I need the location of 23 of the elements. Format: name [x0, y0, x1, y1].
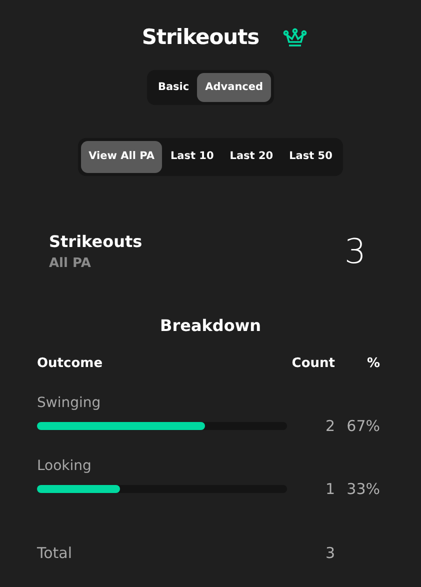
tab-button[interactable]: Basic [150, 72, 198, 102]
section-title: Breakdown [160, 316, 261, 334]
tab-button[interactable]: Last 20 [222, 141, 282, 173]
column-header: Count [292, 354, 335, 372]
outcome-label: Looking [37, 457, 92, 476]
summary-subtitle: All PA [49, 255, 92, 273]
total-value: 3 [325, 544, 335, 562]
tab-button[interactable]: Last 10 [162, 141, 222, 173]
summary-title: Strikeouts [49, 231, 142, 253]
tab-button[interactable]: View All PA [80, 141, 162, 173]
percent-value: 67% [346, 417, 380, 435]
tab-button[interactable]: Last 50 [281, 141, 340, 173]
crown-icon [283, 28, 308, 48]
percent-value: 33% [346, 480, 380, 498]
page-title: Strikeouts [142, 24, 260, 51]
total-label: Total [37, 542, 74, 564]
count-value: 1 [325, 480, 335, 498]
count-value: 2 [325, 417, 335, 435]
column-header: % [366, 354, 380, 372]
summary-value: 3 [344, 234, 366, 269]
outcome-label: Swinging [37, 394, 102, 413]
tab-button[interactable]: Advanced [197, 72, 272, 102]
column-header: Outcome [37, 354, 104, 372]
